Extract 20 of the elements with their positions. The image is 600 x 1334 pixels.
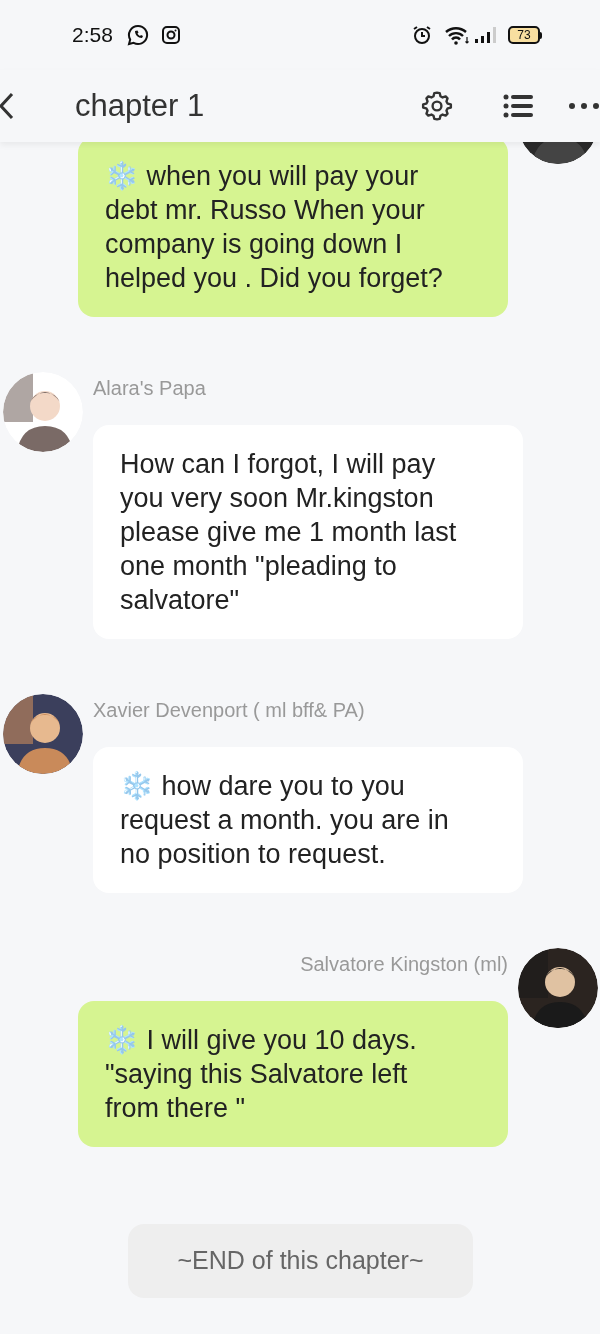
chapter-title: chapter 1	[75, 86, 205, 125]
chat-app-icon	[126, 24, 149, 46]
settings-button[interactable]	[420, 89, 454, 123]
battery-level: 73	[517, 29, 531, 41]
camera-app-icon	[160, 25, 181, 45]
signal-icon	[474, 25, 498, 45]
settings-icon	[421, 90, 453, 122]
wifi-icon	[444, 25, 470, 45]
sender-name: Salvatore Kingston (ml)	[300, 952, 508, 977]
end-of-chapter-label: ~END of this chapter~	[128, 1224, 473, 1298]
back-icon	[0, 92, 14, 120]
message-bubble: ❄ I will give you 10 days. "saying this Salvatore left from there "	[78, 1001, 508, 1147]
sender-name: Alara's Papa	[93, 376, 206, 401]
message-bubble: ❄ how dare you to you request a month. you are in no position to request.	[93, 747, 523, 893]
status-time: 2:58	[72, 22, 113, 49]
sender-name: Xavier Devenport ( ml bff& PA)	[93, 698, 365, 723]
more-icon	[568, 102, 600, 110]
alarm-icon	[412, 25, 432, 45]
list-icon	[503, 93, 533, 119]
message-bubble: How can I forgot, I will pay you very soon Mr.kingston please give me 1 month last one month "pleading to salvatore"	[93, 425, 523, 639]
